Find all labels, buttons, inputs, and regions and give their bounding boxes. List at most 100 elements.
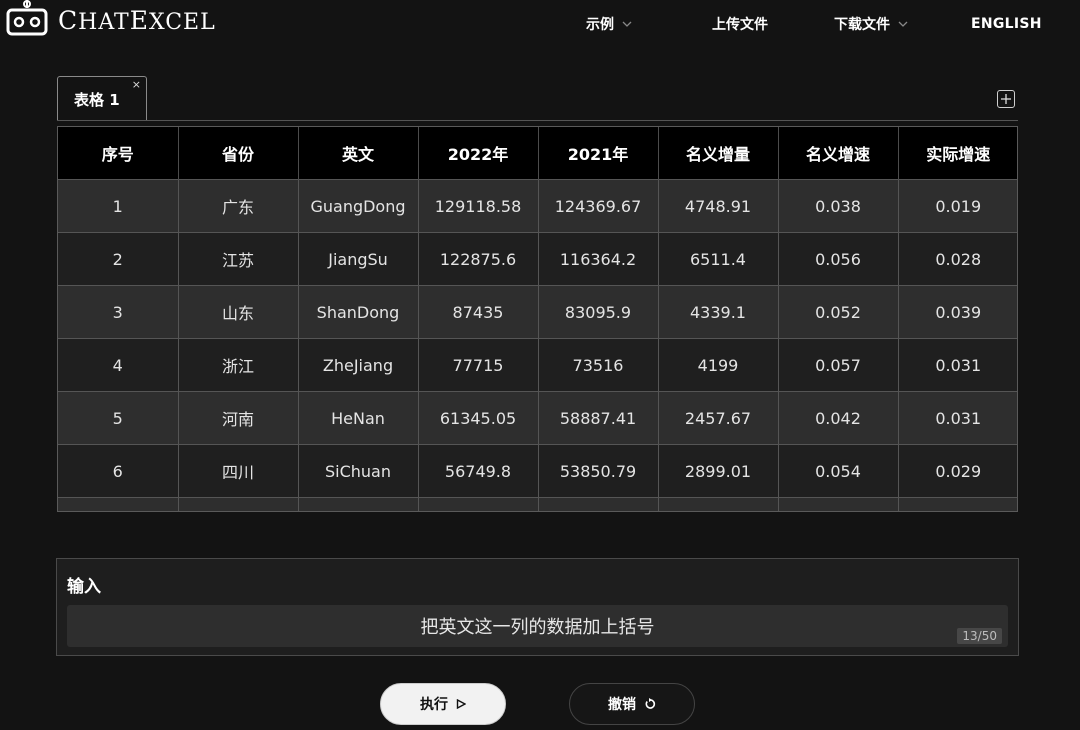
- table-cell[interactable]: 0.031: [898, 391, 1017, 445]
- table-row[interactable]: 6 四川 SiChuan 56749.8 53850.79 2899.01 0.054 0.0…: [58, 444, 1017, 498]
- table-cell[interactable]: 0.028: [898, 232, 1017, 286]
- table-cell[interactable]: 0.038: [778, 179, 899, 233]
- nav-language-label: ENGLISH: [971, 16, 1042, 32]
- undo-button[interactable]: 撤销: [569, 683, 695, 725]
- table-cell[interactable]: 0.031: [898, 338, 1017, 392]
- add-sheet-button[interactable]: [997, 90, 1015, 108]
- column-header[interactable]: 实际增速: [898, 127, 1017, 180]
- table-cell[interactable]: GuangDong: [298, 179, 419, 233]
- table-cell[interactable]: 4199: [658, 338, 779, 392]
- table-cell[interactable]: 0.042: [778, 391, 899, 445]
- table-cell[interactable]: 山东: [178, 285, 299, 339]
- table-cell[interactable]: 广东: [178, 179, 299, 233]
- table-cell[interactable]: ZheJiang: [298, 338, 419, 392]
- table-cell[interactable]: 73516: [538, 338, 659, 392]
- undo-icon: [645, 698, 656, 709]
- table-cell[interactable]: 6511.4: [658, 232, 779, 286]
- table-cell[interactable]: 87435: [418, 285, 539, 339]
- table-cell[interactable]: 77715: [418, 338, 539, 392]
- data-table-container[interactable]: 序号 省份 英文 2022年 2021年 名义增量 名义增速 实际增速 1 广东 GuangDon…: [57, 126, 1018, 512]
- undo-button-label: 撤销: [608, 697, 636, 713]
- table-cell[interactable]: 2899.01: [658, 444, 779, 498]
- table-cell[interactable]: 61345.05: [418, 391, 539, 445]
- table-row[interactable]: 4 浙江 ZheJiang 77715 73516 4199 0.057 0.031: [58, 338, 1017, 392]
- nav-language[interactable]: ENGLISH: [971, 0, 1042, 48]
- table-cell[interactable]: 0.052: [778, 285, 899, 339]
- run-button[interactable]: 执行: [380, 683, 506, 725]
- table-cell[interactable]: 50012.94: [538, 497, 659, 511]
- instruction-input-text: 把英文这一列的数据加上括号: [420, 617, 655, 638]
- table-cell[interactable]: HeNan: [298, 391, 419, 445]
- instruction-input[interactable]: 把英文这一列的数据加上括号 13/50: [67, 605, 1008, 647]
- table-cell[interactable]: 0.056: [778, 232, 899, 286]
- table-cell[interactable]: 58887.41: [538, 391, 659, 445]
- table-cell[interactable]: 0.057: [778, 338, 899, 392]
- column-header[interactable]: 省份: [178, 127, 299, 180]
- table-body: 1 广东 GuangDong 129118.58 124369.67 4748.91 0.0…: [58, 179, 1017, 511]
- table-cell[interactable]: 3721.98: [658, 497, 779, 511]
- run-button-label: 执行: [420, 697, 448, 713]
- column-header[interactable]: 名义增量: [658, 127, 779, 180]
- table-cell[interactable]: 56749.8: [418, 444, 539, 498]
- table-cell[interactable]: 4: [58, 338, 179, 392]
- table-cell[interactable]: 116364.2: [538, 232, 659, 286]
- column-header[interactable]: 英文: [298, 127, 419, 180]
- table-cell[interactable]: 129118.58: [418, 179, 539, 233]
- table-cell[interactable]: 0.029: [898, 444, 1017, 498]
- plus-icon: [1001, 94, 1011, 104]
- table-cell[interactable]: 2457.67: [658, 391, 779, 445]
- table-cell[interactable]: 0.043: [898, 497, 1017, 511]
- table-row[interactable]: 5 河南 HeNan 61345.05 58887.41 2457.67 0.042 0.03…: [58, 391, 1017, 445]
- close-icon[interactable]: ×: [132, 78, 141, 91]
- table-cell[interactable]: 5: [58, 391, 179, 445]
- table-cell[interactable]: JiangSu: [298, 232, 419, 286]
- table-cell[interactable]: 0.074: [778, 497, 899, 511]
- char-count: 13/50: [957, 628, 1002, 644]
- table-cell[interactable]: 4748.91: [658, 179, 779, 233]
- nav-examples[interactable]: 示例: [586, 0, 632, 48]
- nav-upload[interactable]: 上传文件: [712, 0, 768, 48]
- nav-download[interactable]: 下载文件: [834, 0, 908, 48]
- table-cell[interactable]: 0.039: [898, 285, 1017, 339]
- sheet-tab[interactable]: 表格 1 ×: [57, 76, 147, 120]
- table-cell[interactable]: ShanDong: [298, 285, 419, 339]
- table-cell[interactable]: 四川: [178, 444, 299, 498]
- table-cell[interactable]: 122875.6: [418, 232, 539, 286]
- table-cell[interactable]: 1: [58, 179, 179, 233]
- column-header[interactable]: 2021年: [538, 127, 659, 180]
- table-cell[interactable]: 河南: [178, 391, 299, 445]
- table-cell[interactable]: 0.019: [898, 179, 1017, 233]
- chatexcel-app: CHATEXCEL 示例 上传文件 下载文件 ENGLISH 表格 1 × 序号…: [0, 0, 1080, 730]
- data-table: 序号 省份 英文 2022年 2021年 名义增量 名义增速 实际增速 1 广东 GuangDon…: [58, 127, 1017, 511]
- chevron-down-icon: [622, 21, 632, 27]
- table-cell[interactable]: 6: [58, 444, 179, 498]
- table-cell[interactable]: 53734.92: [418, 497, 539, 511]
- table-cell[interactable]: 0.054: [778, 444, 899, 498]
- table-cell[interactable]: 江苏: [178, 232, 299, 286]
- column-header[interactable]: 2022年: [418, 127, 539, 180]
- input-panel: 输入 把英文这一列的数据加上括号 13/50: [56, 558, 1019, 656]
- play-icon: [456, 699, 466, 709]
- table-cell[interactable]: HuBei: [298, 497, 419, 511]
- table-cell[interactable]: SiChuan: [298, 444, 419, 498]
- tab-divider: [57, 120, 1018, 121]
- table-cell[interactable]: 湖北: [178, 497, 299, 511]
- table-cell[interactable]: 2: [58, 232, 179, 286]
- table-header-row: 序号 省份 英文 2022年 2021年 名义增量 名义增速 实际增速: [58, 127, 1017, 180]
- table-cell[interactable]: 4339.1: [658, 285, 779, 339]
- table-row[interactable]: 1 广东 GuangDong 129118.58 124369.67 4748.91 0.0…: [58, 179, 1017, 233]
- column-header[interactable]: 序号: [58, 127, 179, 180]
- table-cell[interactable]: 53850.79: [538, 444, 659, 498]
- table-cell[interactable]: 3: [58, 285, 179, 339]
- table-row[interactable]: 7湖北HuBei53734.9250012.943721.980.0740.04…: [58, 497, 1017, 511]
- column-header[interactable]: 名义增速: [778, 127, 899, 180]
- nav-upload-label: 上传文件: [712, 17, 768, 33]
- logo[interactable]: CHATEXCEL: [6, 0, 216, 44]
- table-cell[interactable]: 83095.9: [538, 285, 659, 339]
- table-cell[interactable]: 浙江: [178, 338, 299, 392]
- table-row[interactable]: 2 江苏 JiangSu 122875.6 116364.2 6511.4 0.056 0.0…: [58, 232, 1017, 286]
- table-cell[interactable]: 124369.67: [538, 179, 659, 233]
- table-row[interactable]: 3 山东 ShanDong 87435 83095.9 4339.1 0.052 0.039: [58, 285, 1017, 339]
- sheet-tab-label: 表格 1: [74, 91, 120, 109]
- table-cell[interactable]: 7: [58, 497, 179, 511]
